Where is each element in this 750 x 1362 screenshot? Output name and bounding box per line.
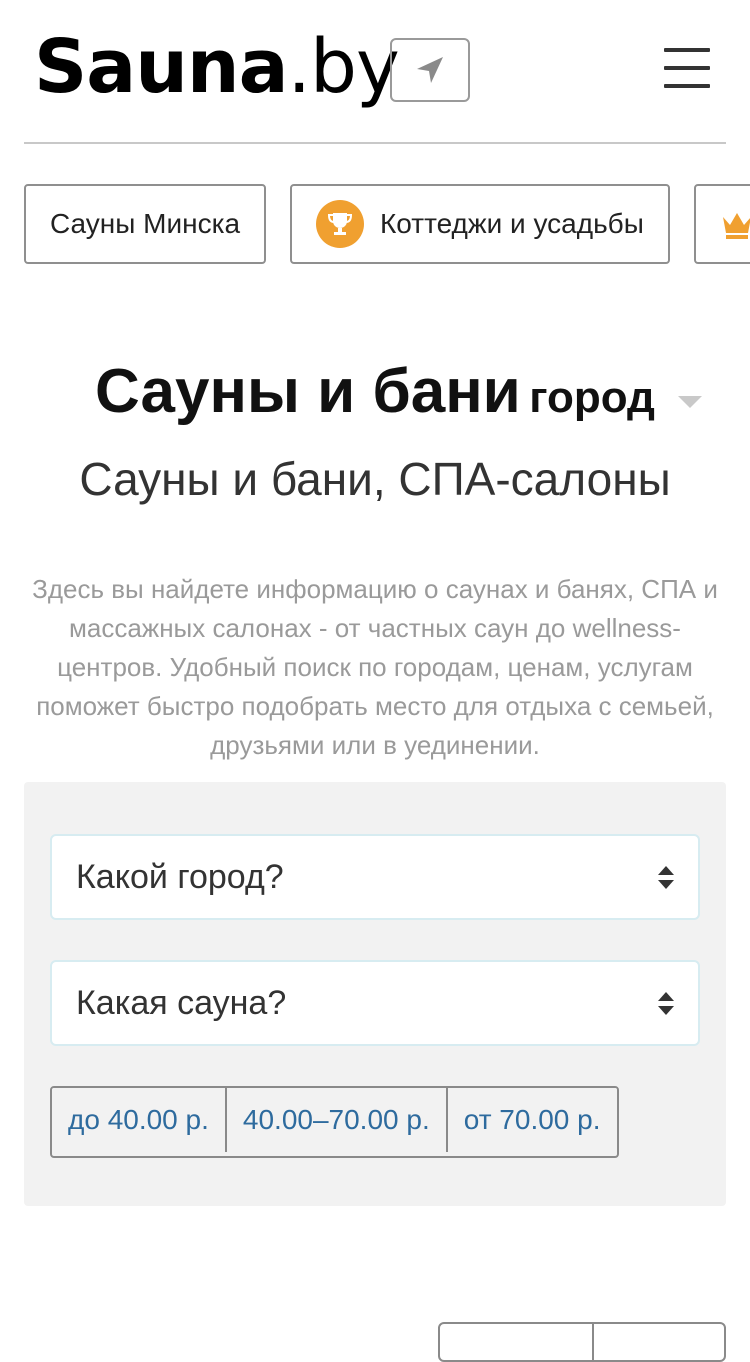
hamburger-menu-icon[interactable] <box>664 48 710 88</box>
sauna-select-value: Какая сауна? <box>76 983 287 1022</box>
search-panel: Какой город? Какая сауна? до 40.00 р. 40… <box>24 782 726 1206</box>
page-subtitle: Сауны и бани, СПА-салоны <box>79 453 671 505</box>
price-filter-low[interactable]: до 40.00 р. <box>52 1088 225 1152</box>
locate-button[interactable] <box>390 38 470 102</box>
price-filter-high[interactable]: от 70.00 р. <box>445 1088 617 1152</box>
pagination[interactable] <box>438 1322 726 1362</box>
site-logo[interactable]: Sauna.by <box>34 22 400 112</box>
price-filter-mid[interactable]: 40.00–70.00 р. <box>224 1088 446 1152</box>
sauna-select[interactable]: Какая сауна? <box>50 960 700 1046</box>
city-select-value: Какой город? <box>76 857 284 896</box>
chevron-down-icon[interactable] <box>678 396 702 408</box>
category-bar: Сауны Минска Коттеджи и усадьбы <box>24 184 750 264</box>
select-arrows-icon <box>658 992 674 1016</box>
select-arrows-icon <box>658 866 674 890</box>
crown-icon <box>723 213 750 239</box>
price-filter-group: до 40.00 р. 40.00–70.00 р. от 70.00 р. <box>50 1086 619 1158</box>
location-arrow-icon <box>417 57 443 83</box>
pagination-divider <box>592 1324 594 1360</box>
trophy-icon <box>316 200 364 248</box>
city-dropdown[interactable]: город <box>529 373 655 422</box>
category-saunas-minsk[interactable]: Сауны Минска <box>24 184 266 264</box>
city-select[interactable]: Какой город? <box>50 834 700 920</box>
category-vip[interactable] <box>694 184 750 264</box>
page-description: Здесь вы найдете информацию о саунах и б… <box>32 574 718 760</box>
category-label: Сауны Минска <box>49 208 241 239</box>
page-title-text: Сауны и бани <box>95 357 521 426</box>
page-title: Сауны и бани город <box>0 356 750 427</box>
site-header: Sauna.by <box>24 0 726 144</box>
category-cottages[interactable]: Коттеджи и усадьбы <box>290 184 670 264</box>
category-label: Коттеджи и усадьбы <box>380 208 644 239</box>
